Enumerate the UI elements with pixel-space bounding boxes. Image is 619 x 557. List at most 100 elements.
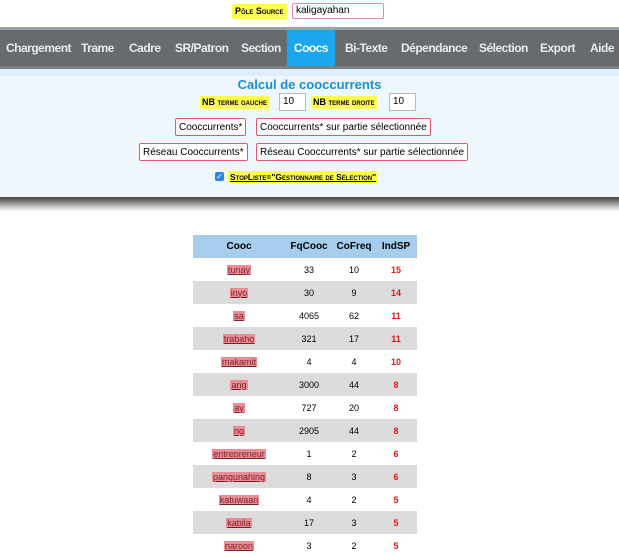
cooc-word[interactable]: inyo [193,281,285,304]
indsp-cell: 10 [375,350,417,373]
table-row: ay 727 20 8 [193,396,417,419]
cooc-word[interactable]: tunay [193,258,285,281]
tab-sr-patron[interactable]: SR/Patron [175,30,229,66]
tab-aide[interactable]: Aide [590,30,615,66]
panel-shadow [0,198,619,212]
table-row: entrepreneur 1 2 6 [193,442,417,465]
cooc-word[interactable]: makamit [193,350,285,373]
cooc-word[interactable]: trabaho [193,327,285,350]
right-count-input[interactable]: 10 [389,93,416,111]
source-input[interactable]: kaligayahan [292,3,384,19]
cooc-word[interactable]: kabila [193,511,285,534]
cooc-word[interactable]: pangunahing [193,465,285,488]
indsp-cell: 5 [375,534,417,557]
col-header-indsp[interactable]: IndSP [375,235,417,258]
table-row: tunay 33 10 15 [193,258,417,281]
table-row: trabaho 321 17 11 [193,327,417,350]
fqcooc-cell: 727 [285,396,333,419]
indsp-cell: 5 [375,511,417,534]
indsp-cell: 15 [375,258,417,281]
tab-selection[interactable]: Sélection [479,30,528,66]
indsp-cell: 14 [375,281,417,304]
col-header-cofreq[interactable]: CoFreq [333,235,375,258]
cooc-link[interactable]: entrepreneur [212,448,266,459]
fqcooc-cell: 30 [285,281,333,304]
tab-coocs[interactable]: Coocs [287,30,335,66]
main-nav: Chargement Trame Cadre SR/Patron Section… [0,27,619,69]
table-row: pangunahing 8 3 6 [193,465,417,488]
cooc-word[interactable]: ay [193,396,285,419]
reseau-selection-button[interactable]: Réseau Cooccurrents* sur partie sélectio… [256,143,468,161]
fqcooc-cell: 3000 [285,373,333,396]
tab-cadre[interactable]: Cadre [129,30,161,66]
fqcooc-cell: 8 [285,465,333,488]
right-count-label: NB terme droite [311,96,377,109]
table-row: ng 2905 44 8 [193,419,417,442]
table-row: sa 4065 62 11 [193,304,417,327]
cooc-link[interactable]: inyo [229,287,249,298]
fqcooc-cell: 4065 [285,304,333,327]
tab-dependance[interactable]: Dépendance [401,30,468,66]
cofreq-cell: 9 [333,281,375,304]
tab-section[interactable]: Section [241,30,281,66]
cooc-link[interactable]: katuwaan [218,494,260,505]
table-row: inyo 30 9 14 [193,281,417,304]
cooc-link[interactable]: trabaho [222,333,256,344]
cofreq-cell: 2 [333,488,375,511]
cooc-link[interactable]: ng [232,425,245,436]
indsp-cell: 6 [375,465,417,488]
reseau-button[interactable]: Réseau Cooccurrents* [139,143,248,161]
cooc-word[interactable]: katuwaan [193,488,285,511]
cooc-link[interactable]: ay [233,402,245,413]
cooc-link[interactable]: naroon [223,540,255,551]
tab-chargement[interactable]: Chargement [6,30,72,66]
cofreq-cell: 2 [333,442,375,465]
cofreq-cell: 3 [333,511,375,534]
cooc-link[interactable]: tunay [226,264,252,275]
tab-export[interactable]: Export [540,30,576,66]
source-label: Pôle Source [232,4,287,19]
cooc-link[interactable]: ang [230,379,248,390]
cooc-link[interactable]: makamit [220,356,257,367]
cooc-link[interactable]: kabila [226,517,252,528]
table-row: naroon 3 2 5 [193,534,417,557]
cooc-link[interactable]: sa [233,310,245,321]
stoplist-link[interactable]: StopListe="Gestionnaire de Sélection" [228,171,379,183]
col-header-cooc[interactable]: Cooc [193,235,285,258]
indsp-cell: 5 [375,488,417,511]
stoplist-checkbox[interactable]: ✓ [215,172,224,181]
indsp-cell: 6 [375,442,417,465]
cooc-word[interactable]: ng [193,419,285,442]
fqcooc-cell: 17 [285,511,333,534]
cofreq-cell: 3 [333,465,375,488]
cooc-word[interactable]: naroon [193,534,285,557]
left-count-label: NB terme gauche [200,96,270,109]
cooc-link[interactable]: pangunahing [211,471,267,482]
table-row: makamit 4 4 10 [193,350,417,373]
cofreq-cell: 20 [333,396,375,419]
cooc-word[interactable]: ang [193,373,285,396]
col-header-fqcooc[interactable]: FqCooc [285,235,333,258]
fqcooc-cell: 321 [285,327,333,350]
left-count-input[interactable]: 10 [279,93,306,111]
cooccurrents-selection-button[interactable]: Cooccurrents* sur partie sélectionnée [256,118,431,136]
cooc-table: Cooc FqCooc CoFreq IndSP tunay 33 10 15 inyo… [193,235,417,557]
fqcooc-cell: 4 [285,350,333,373]
cofreq-cell: 2 [333,534,375,557]
table-row: ang 3000 44 8 [193,373,417,396]
cooccurrents-button[interactable]: Cooccurrents* [175,118,247,136]
fqcooc-cell: 2905 [285,419,333,442]
indsp-cell: 8 [375,373,417,396]
fqcooc-cell: 4 [285,488,333,511]
indsp-cell: 8 [375,396,417,419]
cooc-word[interactable]: sa [193,304,285,327]
cofreq-cell: 10 [333,258,375,281]
cofreq-cell: 4 [333,350,375,373]
tab-bi-texte[interactable]: Bi-Texte [345,30,388,66]
table-row: katuwaan 4 2 5 [193,488,417,511]
tab-trame[interactable]: Trame [81,30,114,66]
cofreq-cell: 62 [333,304,375,327]
fqcooc-cell: 33 [285,258,333,281]
cooc-word[interactable]: entrepreneur [193,442,285,465]
panel-title: Calcul de cooccurrents [237,77,382,92]
